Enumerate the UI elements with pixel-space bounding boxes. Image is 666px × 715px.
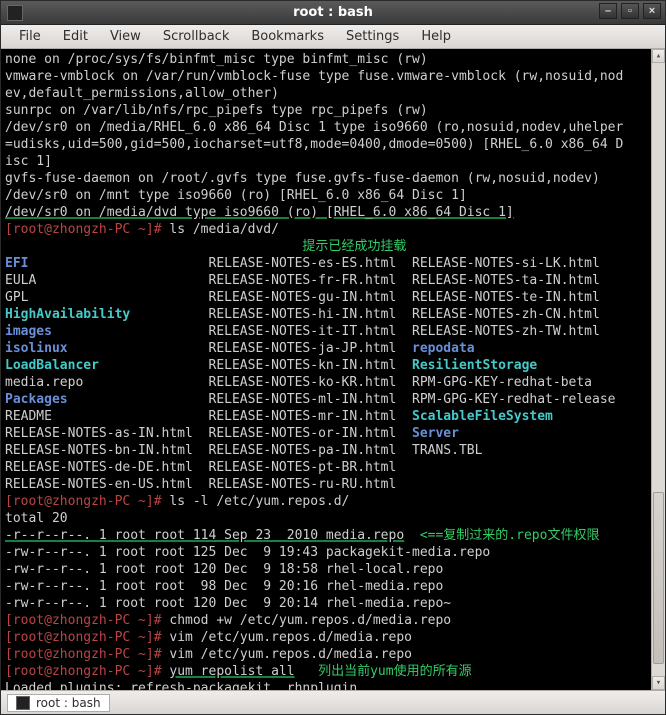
- menu-edit[interactable]: Edit: [53, 27, 98, 46]
- statusbar: root : bash: [1, 690, 665, 714]
- minimize-button[interactable]: –: [599, 3, 617, 19]
- session-tab[interactable]: root : bash: [7, 694, 110, 712]
- scrollbar[interactable]: ▴ ▾: [651, 49, 665, 690]
- menu-file[interactable]: File: [9, 27, 51, 46]
- titlebar[interactable]: root : bash – ▫ ×: [1, 1, 665, 25]
- menu-bookmarks[interactable]: Bookmarks: [241, 27, 334, 46]
- window-controls: – ▫ ×: [599, 3, 661, 19]
- session-tab-label: root : bash: [36, 696, 101, 710]
- app-icon: [7, 5, 23, 21]
- menu-view[interactable]: View: [100, 27, 151, 46]
- terminal-window: root : bash – ▫ × File Edit View Scrollb…: [0, 0, 666, 715]
- menu-help[interactable]: Help: [411, 27, 461, 46]
- terminal-output[interactable]: none on /proc/sys/fs/binfmt_misc type bi…: [1, 49, 665, 690]
- scroll-up-button[interactable]: ▴: [652, 49, 665, 63]
- menu-settings[interactable]: Settings: [336, 27, 409, 46]
- terminal-icon: [16, 696, 30, 710]
- window-title: root : bash: [293, 5, 373, 20]
- scroll-track[interactable]: [652, 63, 665, 676]
- maximize-button[interactable]: ▫: [621, 3, 639, 19]
- scroll-thumb[interactable]: [653, 492, 664, 664]
- menu-scrollback[interactable]: Scrollback: [153, 27, 240, 46]
- scroll-down-button[interactable]: ▾: [652, 676, 665, 690]
- close-button[interactable]: ×: [643, 3, 661, 19]
- menubar: File Edit View Scrollback Bookmarks Sett…: [1, 25, 665, 49]
